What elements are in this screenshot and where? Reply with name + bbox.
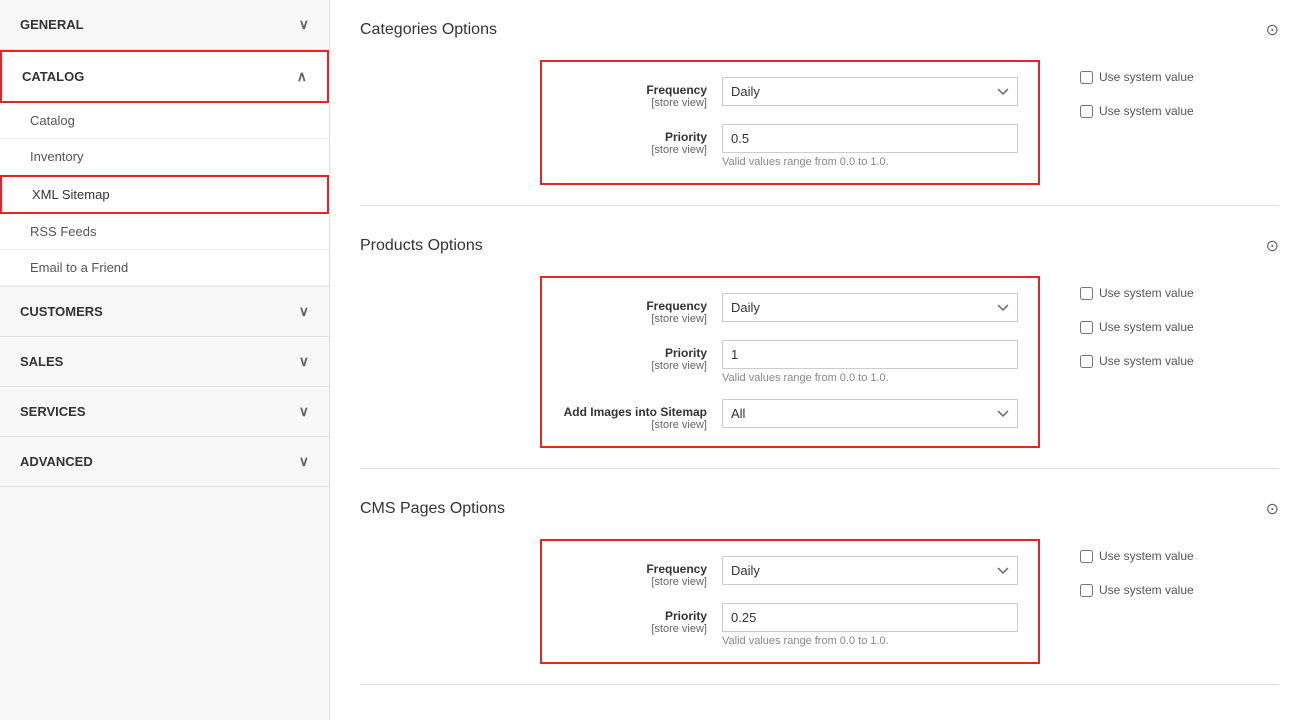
products-add-images-row: Add Images into Sitemap [store view] Non… bbox=[562, 399, 1018, 431]
cms-pages-form-container: Frequency [store view] Always Hourly Dai… bbox=[540, 539, 1040, 664]
products-priority-checkbox-row: Use system value bbox=[1080, 310, 1194, 344]
sidebar-section-customers-label: CUSTOMERS bbox=[20, 304, 103, 319]
chevron-sales-icon: ∨ bbox=[299, 353, 309, 370]
cms-frequency-select[interactable]: Always Hourly Daily Weekly Monthly Yearl… bbox=[722, 556, 1018, 585]
chevron-catalog-icon: ∧ bbox=[297, 68, 307, 85]
cms-priority-checkbox-row: Use system value bbox=[1080, 573, 1194, 607]
categories-priority-hint: Valid values range from 0.0 to 1.0. bbox=[722, 156, 1018, 168]
products-priority-hint: Valid values range from 0.0 to 1.0. bbox=[722, 372, 1018, 384]
sidebar-item-email-to-friend[interactable]: Email to a Friend bbox=[0, 250, 329, 286]
sidebar-section-catalog-label: CATALOG bbox=[22, 69, 84, 84]
catalog-items: Catalog Inventory XML Sitemap RSS Feeds … bbox=[0, 103, 329, 287]
categories-frequency-row: Frequency [store view] Always Hourly Dai… bbox=[562, 77, 1018, 109]
categories-checkboxes: Use system value Use system value bbox=[1080, 60, 1194, 128]
cms-frequency-label: Frequency [store view] bbox=[562, 556, 722, 588]
cms-priority-control: Valid values range from 0.0 to 1.0. bbox=[722, 603, 1018, 647]
sidebar-item-xml-sitemap[interactable]: XML Sitemap bbox=[0, 175, 329, 214]
products-frequency-row: Frequency [store view] Always Hourly Dai… bbox=[562, 293, 1018, 325]
cms-pages-options-header: CMS Pages Options ⊙ bbox=[360, 499, 1279, 519]
cms-frequency-system-checkbox[interactable] bbox=[1080, 550, 1093, 563]
cms-priority-system-checkbox[interactable] bbox=[1080, 584, 1093, 597]
products-frequency-system-checkbox[interactable] bbox=[1080, 287, 1093, 300]
main-content: Categories Options ⊙ Frequency [store vi… bbox=[330, 0, 1309, 720]
categories-priority-system-checkbox[interactable] bbox=[1080, 105, 1093, 118]
categories-frequency-system-checkbox[interactable] bbox=[1080, 71, 1093, 84]
sidebar-section-general-label: GENERAL bbox=[20, 17, 84, 32]
products-images-checkbox-row: Use system value bbox=[1080, 344, 1194, 378]
products-priority-input[interactable] bbox=[722, 340, 1018, 369]
categories-frequency-checkbox-row: Use system value bbox=[1080, 60, 1194, 94]
products-frequency-control: Always Hourly Daily Weekly Monthly Yearl… bbox=[722, 293, 1018, 322]
products-add-images-label: Add Images into Sitemap [store view] bbox=[562, 399, 722, 431]
cms-priority-label: Priority [store view] bbox=[562, 603, 722, 635]
sidebar-section-catalog[interactable]: CATALOG ∧ bbox=[0, 50, 329, 103]
cms-frequency-row: Frequency [store view] Always Hourly Dai… bbox=[562, 556, 1018, 588]
categories-priority-checkbox-row: Use system value bbox=[1080, 94, 1194, 128]
products-add-images-select[interactable]: None Base Only All bbox=[722, 399, 1018, 428]
chevron-general-icon: ∨ bbox=[299, 16, 309, 33]
cms-pages-options-title: CMS Pages Options bbox=[360, 500, 505, 518]
products-priority-system-checkbox[interactable] bbox=[1080, 321, 1093, 334]
categories-priority-label: Priority [store view] bbox=[562, 124, 722, 156]
products-frequency-checkbox-row: Use system value bbox=[1080, 276, 1194, 310]
products-options-title: Products Options bbox=[360, 237, 483, 255]
products-priority-row: Priority [store view] Valid values range… bbox=[562, 340, 1018, 384]
products-form-area: Frequency [store view] Always Hourly Dai… bbox=[440, 276, 1279, 448]
chevron-advanced-icon: ∨ bbox=[299, 453, 309, 470]
sidebar: GENERAL ∨ CATALOG ∧ Catalog Inventory XM… bbox=[0, 0, 330, 720]
sidebar-item-rss-feeds[interactable]: RSS Feeds bbox=[0, 214, 329, 250]
chevron-customers-icon: ∨ bbox=[299, 303, 309, 320]
sidebar-section-customers[interactable]: CUSTOMERS ∨ bbox=[0, 287, 329, 337]
cms-pages-form-area: Frequency [store view] Always Hourly Dai… bbox=[440, 539, 1279, 664]
products-images-system-checkbox[interactable] bbox=[1080, 355, 1093, 368]
categories-collapse-icon[interactable]: ⊙ bbox=[1266, 20, 1279, 40]
cms-priority-input[interactable] bbox=[722, 603, 1018, 632]
categories-priority-input[interactable] bbox=[722, 124, 1018, 153]
categories-priority-control: Valid values range from 0.0 to 1.0. bbox=[722, 124, 1018, 168]
categories-options-section: Categories Options ⊙ Frequency [store vi… bbox=[360, 20, 1279, 206]
products-options-section: Products Options ⊙ Frequency [store view… bbox=[360, 236, 1279, 469]
cms-frequency-checkbox-row: Use system value bbox=[1080, 539, 1194, 573]
categories-form-container: Frequency [store view] Always Hourly Dai… bbox=[540, 60, 1040, 185]
cms-priority-row: Priority [store view] Valid values range… bbox=[562, 603, 1018, 647]
cms-priority-system-label[interactable]: Use system value bbox=[1099, 583, 1194, 597]
categories-frequency-select[interactable]: Always Hourly Daily Weekly Monthly Yearl… bbox=[722, 77, 1018, 106]
categories-options-header: Categories Options ⊙ bbox=[360, 20, 1279, 40]
products-options-header: Products Options ⊙ bbox=[360, 236, 1279, 256]
products-priority-label: Priority [store view] bbox=[562, 340, 722, 372]
products-add-images-control: None Base Only All bbox=[722, 399, 1018, 428]
cms-frequency-system-label[interactable]: Use system value bbox=[1099, 549, 1194, 563]
sidebar-section-advanced-label: ADVANCED bbox=[20, 454, 93, 469]
cms-frequency-control: Always Hourly Daily Weekly Monthly Yearl… bbox=[722, 556, 1018, 585]
products-frequency-system-label[interactable]: Use system value bbox=[1099, 286, 1194, 300]
categories-form-area: Frequency [store view] Always Hourly Dai… bbox=[440, 60, 1279, 185]
sidebar-section-general[interactable]: GENERAL ∨ bbox=[0, 0, 329, 50]
sidebar-section-services-label: SERVICES bbox=[20, 404, 86, 419]
sidebar-section-sales-label: SALES bbox=[20, 354, 63, 369]
sidebar-section-advanced[interactable]: ADVANCED ∨ bbox=[0, 437, 329, 487]
products-collapse-icon[interactable]: ⊙ bbox=[1266, 236, 1279, 256]
categories-frequency-control: Always Hourly Daily Weekly Monthly Yearl… bbox=[722, 77, 1018, 106]
categories-options-title: Categories Options bbox=[360, 21, 497, 39]
categories-frequency-label: Frequency [store view] bbox=[562, 77, 722, 109]
sidebar-item-catalog[interactable]: Catalog bbox=[0, 103, 329, 139]
sidebar-item-inventory[interactable]: Inventory bbox=[0, 139, 329, 175]
sidebar-section-sales[interactable]: SALES ∨ bbox=[0, 337, 329, 387]
cms-pages-collapse-icon[interactable]: ⊙ bbox=[1266, 499, 1279, 519]
products-images-system-label[interactable]: Use system value bbox=[1099, 354, 1194, 368]
products-priority-control: Valid values range from 0.0 to 1.0. bbox=[722, 340, 1018, 384]
categories-priority-row: Priority [store view] Valid values range… bbox=[562, 124, 1018, 168]
products-checkboxes: Use system value Use system value Use sy… bbox=[1080, 276, 1194, 378]
categories-frequency-system-label[interactable]: Use system value bbox=[1099, 70, 1194, 84]
cms-priority-hint: Valid values range from 0.0 to 1.0. bbox=[722, 635, 1018, 647]
products-form-container: Frequency [store view] Always Hourly Dai… bbox=[540, 276, 1040, 448]
products-frequency-select[interactable]: Always Hourly Daily Weekly Monthly Yearl… bbox=[722, 293, 1018, 322]
products-priority-system-label[interactable]: Use system value bbox=[1099, 320, 1194, 334]
chevron-services-icon: ∨ bbox=[299, 403, 309, 420]
cms-pages-checkboxes: Use system value Use system value bbox=[1080, 539, 1194, 607]
cms-pages-options-section: CMS Pages Options ⊙ Frequency [store vie… bbox=[360, 499, 1279, 685]
products-frequency-label: Frequency [store view] bbox=[562, 293, 722, 325]
sidebar-section-services[interactable]: SERVICES ∨ bbox=[0, 387, 329, 437]
categories-priority-system-label[interactable]: Use system value bbox=[1099, 104, 1194, 118]
